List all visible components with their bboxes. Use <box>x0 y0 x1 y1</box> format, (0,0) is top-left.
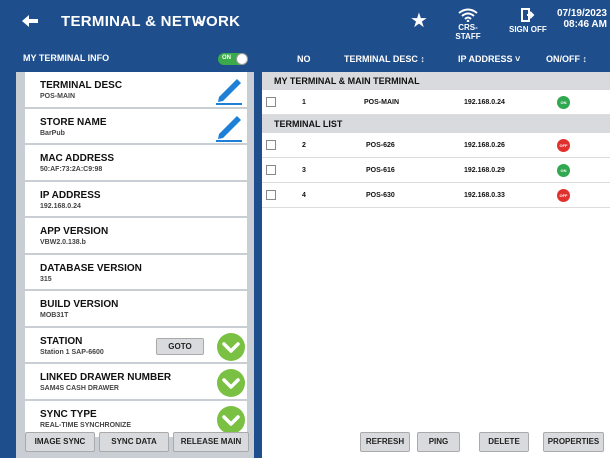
info-station: STATION Station 1 SAP-6600 GOTO <box>25 327 247 364</box>
column-terminal-desc[interactable]: TERMINAL DESC ↕ <box>344 54 425 64</box>
time-text: 08:46 AM <box>563 19 607 30</box>
section-main-terminal: MY TERMINAL & MAIN TERMINAL <box>262 72 610 90</box>
row-desc: POS-630 <box>366 192 395 199</box>
ping-button[interactable]: PING <box>417 432 460 452</box>
info-ip-address: IP ADDRESS 192.168.0.24 <box>25 181 247 218</box>
row-ip: 192.168.0.33 <box>464 192 505 199</box>
sign-off-button[interactable]: SIGN OFF <box>509 7 547 34</box>
info-mac-address: MAC ADDRESS 50:AF:73:2A:C9:98 <box>25 145 247 182</box>
page-title[interactable]: TERMINAL & NETWORK <box>61 13 240 30</box>
info-store-name: STORE NAME BarPub <box>25 108 247 145</box>
info-linked-drawer: LINKED DRAWER NUMBER SAM4S CASH DRAWER <box>25 364 247 401</box>
sign-off-icon <box>521 8 535 22</box>
row-ip: 192.168.0.24 <box>464 99 505 106</box>
info-app-version: APP VERSION VBW2.0.138.b <box>25 218 247 255</box>
section-terminal-list: TERMINAL LIST <box>262 115 610 133</box>
status-badge[interactable]: OFF <box>557 189 570 202</box>
column-no[interactable]: NO <box>297 54 311 64</box>
sync-data-button[interactable]: SYNC DATA <box>99 432 169 452</box>
row-checkbox[interactable] <box>266 140 276 150</box>
terminal-info-title: MY TERMINAL INFO <box>23 53 110 63</box>
image-sync-button[interactable]: IMAGE SYNC <box>25 432 95 452</box>
row-no: 1 <box>302 99 306 106</box>
terminal-info-list: TERMINAL DESC POS-MAIN STORE NAME BarPub… <box>25 72 247 437</box>
favorite-star-icon[interactable]: ★ <box>410 8 428 33</box>
row-no: 4 <box>302 192 306 199</box>
left-action-bar: IMAGE SYNC SYNC DATA RELEASE MAIN <box>25 432 249 452</box>
status-badge[interactable]: OFF <box>557 139 570 152</box>
row-checkbox[interactable] <box>266 165 276 175</box>
table-row[interactable]: 3 POS-616 192.168.0.29 ON <box>262 158 610 183</box>
edit-pencil-icon[interactable] <box>213 112 245 142</box>
row-ip: 192.168.0.29 <box>464 167 505 174</box>
info-label: DATABASE VERSION <box>40 262 142 274</box>
terminal-info-header: MY TERMINAL INFO ON <box>16 44 254 72</box>
wifi-status[interactable]: CRS-STAFF <box>448 8 488 41</box>
row-no: 2 <box>302 142 306 149</box>
info-value: 50:AF:73:2A:C9:98 <box>40 166 103 173</box>
goto-button[interactable]: GOTO <box>156 337 204 355</box>
properties-button[interactable]: PROPERTIES <box>543 432 604 452</box>
info-label: BUILD VERSION <box>40 299 119 310</box>
info-value: VBW2.0.138.b <box>40 239 86 246</box>
table-row[interactable]: 2 POS-626 192.168.0.26 OFF <box>262 133 610 158</box>
table-row[interactable]: 1 POS-MAIN 192.168.0.24 ON <box>262 90 610 115</box>
terminal-list-panel: NO TERMINAL DESC ↕ IP ADDRESS ˅ ON/OFF ↕… <box>262 44 610 458</box>
date-time: 07/19/2023 08:46 AM <box>557 8 607 30</box>
back-arrow-icon[interactable] <box>20 11 40 31</box>
release-main-button[interactable]: RELEASE MAIN <box>173 432 249 452</box>
row-no: 3 <box>302 167 306 174</box>
wifi-icon <box>458 8 478 22</box>
confirm-check-icon[interactable] <box>217 332 245 361</box>
info-label: LINKED DRAWER NUMBER <box>40 372 172 383</box>
column-on-off[interactable]: ON/OFF ↕ <box>546 54 587 64</box>
confirm-check-icon[interactable] <box>217 405 245 434</box>
row-desc: POS-616 <box>366 167 395 174</box>
refresh-button[interactable]: REFRESH <box>360 432 410 452</box>
row-checkbox[interactable] <box>266 190 276 200</box>
row-desc: POS-MAIN <box>364 99 399 106</box>
terminal-info-panel: MY TERMINAL INFO ON TERMINAL DESC POS-MA… <box>16 44 254 458</box>
info-value: SAM4S CASH DRAWER <box>40 385 119 392</box>
info-value: REAL-TIME SYNCHRONIZE <box>40 421 131 429</box>
info-terminal-desc: TERMINAL DESC POS-MAIN <box>25 72 247 109</box>
chevron-down-icon[interactable]: ⌄ <box>194 12 205 28</box>
info-label: APP VERSION <box>40 226 109 237</box>
terminal-table-header: NO TERMINAL DESC ↕ IP ADDRESS ˅ ON/OFF ↕ <box>262 44 610 72</box>
info-value: Station 1 SAP-6600 <box>40 348 104 356</box>
delete-button[interactable]: DELETE <box>479 432 529 452</box>
info-value: 192.168.0.24 <box>40 202 81 210</box>
row-ip: 192.168.0.26 <box>464 142 505 149</box>
info-label: IP ADDRESS <box>40 189 101 201</box>
edit-pencil-icon[interactable] <box>213 75 245 105</box>
sign-off-label: SIGN OFF <box>509 25 547 34</box>
info-label: MAC ADDRESS <box>40 153 115 164</box>
toggle-label: ON <box>222 55 231 61</box>
confirm-check-icon[interactable] <box>217 369 245 397</box>
info-build-version: BUILD VERSION MOB31T <box>25 291 247 328</box>
info-label: STATION <box>40 335 83 347</box>
row-checkbox[interactable] <box>266 97 276 107</box>
info-value: MOB31T <box>40 312 69 319</box>
table-row[interactable]: 4 POS-630 192.168.0.33 OFF <box>262 183 610 208</box>
toggle-knob <box>236 53 248 65</box>
info-label: SYNC TYPE <box>40 408 97 420</box>
row-desc: POS-626 <box>366 142 395 149</box>
date-text: 07/19/2023 <box>556 8 607 19</box>
status-badge[interactable]: ON <box>557 164 570 177</box>
column-ip-address[interactable]: IP ADDRESS ˅ <box>458 54 520 64</box>
info-database-version: DATABASE VERSION 315 <box>25 254 247 291</box>
wifi-label: CRS-STAFF <box>455 23 481 41</box>
terminal-toggle[interactable]: ON <box>218 53 248 65</box>
status-badge[interactable]: ON <box>557 96 570 109</box>
info-value: 315 <box>40 275 52 283</box>
top-bar: TERMINAL & NETWORK ⌄ ★ CRS-STAFF SIGN OF… <box>0 0 610 42</box>
